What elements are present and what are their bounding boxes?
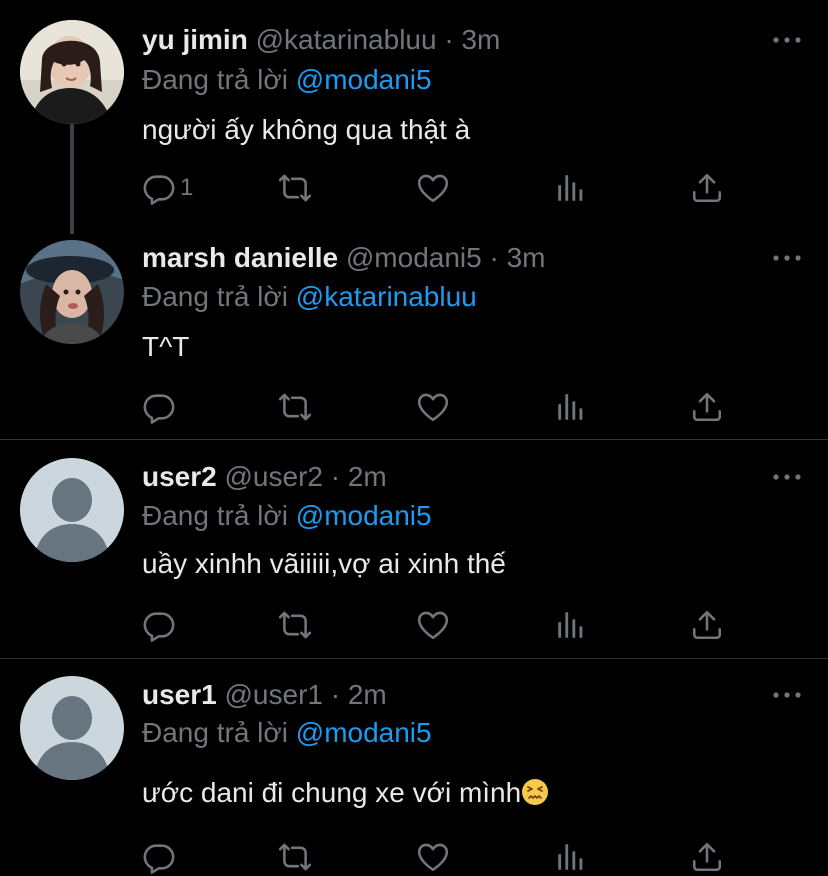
tweet-text: ước dani đi chung xe với mình xyxy=(142,773,549,813)
tweet[interactable]: user1 @user1 · 2m Đang trả lời @modani5 … xyxy=(0,659,828,876)
avatar[interactable] xyxy=(20,458,124,562)
share-icon xyxy=(690,390,724,424)
tweet-header: user1 @user1 · 2m xyxy=(142,675,387,715)
like-button[interactable] xyxy=(416,168,450,208)
reply-button[interactable]: 1 xyxy=(142,168,193,208)
share-button[interactable] xyxy=(690,387,724,427)
share-button[interactable] xyxy=(690,605,724,645)
user-handle[interactable]: @modani5 xyxy=(346,242,482,273)
separator: · xyxy=(489,242,499,273)
separator: · xyxy=(444,24,454,55)
share-icon xyxy=(690,171,724,205)
mention-link[interactable]: @katarinabluu xyxy=(296,281,477,312)
user-handle[interactable]: @user2 xyxy=(225,461,323,492)
replying-to: Đang trả lời @katarinabluu xyxy=(142,277,477,317)
replying-to: Đang trả lời @modani5 xyxy=(142,496,432,536)
tweet[interactable]: user2 @user2 · 2m Đang trả lời @modani5 … xyxy=(0,440,828,658)
retweet-button[interactable] xyxy=(278,605,312,645)
more-dots-icon[interactable] xyxy=(770,248,804,268)
replying-to-label: Đang trả lời xyxy=(142,281,288,312)
replying-to-label: Đang trả lời xyxy=(142,64,288,95)
replying-to: Đang trả lời @modani5 xyxy=(142,60,432,100)
like-button[interactable] xyxy=(416,387,450,427)
analytics-icon xyxy=(554,390,588,424)
tweet-header: user2 @user2 · 2m xyxy=(142,457,387,497)
user-handle[interactable]: @katarinabluu xyxy=(256,24,437,55)
mention-link[interactable]: @modani5 xyxy=(296,717,432,748)
separator: · xyxy=(330,679,341,710)
retweet-icon xyxy=(278,390,312,424)
display-name[interactable]: user1 xyxy=(142,679,217,710)
timestamp[interactable]: 2m xyxy=(348,679,387,710)
tweet-header: yu jimin @katarinabluu · 3m xyxy=(142,20,500,60)
retweet-icon xyxy=(278,840,312,874)
tweet-text: uầy xinhh vãiiiii,vợ ai xinh thế xyxy=(142,548,506,579)
views-button[interactable] xyxy=(554,387,588,427)
separator: · xyxy=(330,461,341,492)
analytics-icon xyxy=(554,840,588,874)
display-name[interactable]: yu jimin xyxy=(142,24,248,55)
analytics-icon xyxy=(554,608,588,642)
action-bar: 1 xyxy=(142,168,742,208)
more-dots-icon[interactable] xyxy=(770,467,804,487)
reply-bubble-icon xyxy=(142,390,176,424)
avatar[interactable] xyxy=(20,676,124,780)
views-button[interactable] xyxy=(554,168,588,208)
analytics-icon xyxy=(554,171,588,205)
reply-count: 1 xyxy=(180,174,194,201)
like-button[interactable] xyxy=(416,837,450,876)
replying-to-label: Đang trả lời xyxy=(142,717,288,748)
action-bar xyxy=(142,605,742,645)
heart-icon xyxy=(416,171,450,205)
tweet-text: T^T xyxy=(142,331,190,362)
reply-button[interactable] xyxy=(142,837,180,876)
action-bar xyxy=(142,387,742,427)
mention-link[interactable]: @modani5 xyxy=(296,500,432,531)
display-name[interactable]: user2 xyxy=(142,461,217,492)
more-dots-icon[interactable] xyxy=(770,685,804,705)
heart-icon xyxy=(416,608,450,642)
retweet-icon xyxy=(278,171,312,205)
tweet[interactable]: yu jimin @katarinabluu · 3m Đang trả lời… xyxy=(0,0,828,220)
share-button[interactable] xyxy=(690,837,724,876)
share-button[interactable] xyxy=(690,168,724,208)
retweet-button[interactable] xyxy=(278,387,312,427)
confounded-face-emoji-icon xyxy=(522,779,549,805)
views-button[interactable] xyxy=(554,605,588,645)
tweet-text-content: ước dani đi chung xe với mình xyxy=(142,777,522,808)
replying-to: Đang trả lời @modani5 xyxy=(142,713,432,753)
heart-icon xyxy=(416,390,450,424)
reply-button[interactable] xyxy=(142,387,180,427)
reply-bubble-icon xyxy=(142,171,176,205)
user-handle[interactable]: @user1 xyxy=(225,679,323,710)
views-button[interactable] xyxy=(554,837,588,876)
like-button[interactable] xyxy=(416,605,450,645)
reply-bubble-icon xyxy=(142,608,176,642)
timestamp[interactable]: 3m xyxy=(461,24,500,55)
retweet-button[interactable] xyxy=(278,837,312,876)
reply-button[interactable] xyxy=(142,605,180,645)
replying-to-label: Đang trả lời xyxy=(142,500,288,531)
reply-bubble-icon xyxy=(142,840,176,874)
share-icon xyxy=(690,840,724,874)
timestamp[interactable]: 3m xyxy=(507,242,546,273)
tweet-text: người ấy không qua thật à xyxy=(142,114,471,145)
avatar[interactable] xyxy=(20,20,124,124)
tweet[interactable]: marsh danielle @modani5 · 3m Đang trả lờ… xyxy=(0,220,828,440)
display-name[interactable]: marsh danielle xyxy=(142,242,338,273)
tweet-header: marsh danielle @modani5 · 3m xyxy=(142,238,546,278)
retweet-button[interactable] xyxy=(278,168,312,208)
more-dots-icon[interactable] xyxy=(770,30,804,50)
retweet-icon xyxy=(278,608,312,642)
share-icon xyxy=(690,608,724,642)
timestamp[interactable]: 2m xyxy=(348,461,387,492)
mention-link[interactable]: @modani5 xyxy=(296,64,432,95)
heart-icon xyxy=(416,840,450,874)
avatar[interactable] xyxy=(20,240,124,344)
action-bar xyxy=(142,837,742,876)
